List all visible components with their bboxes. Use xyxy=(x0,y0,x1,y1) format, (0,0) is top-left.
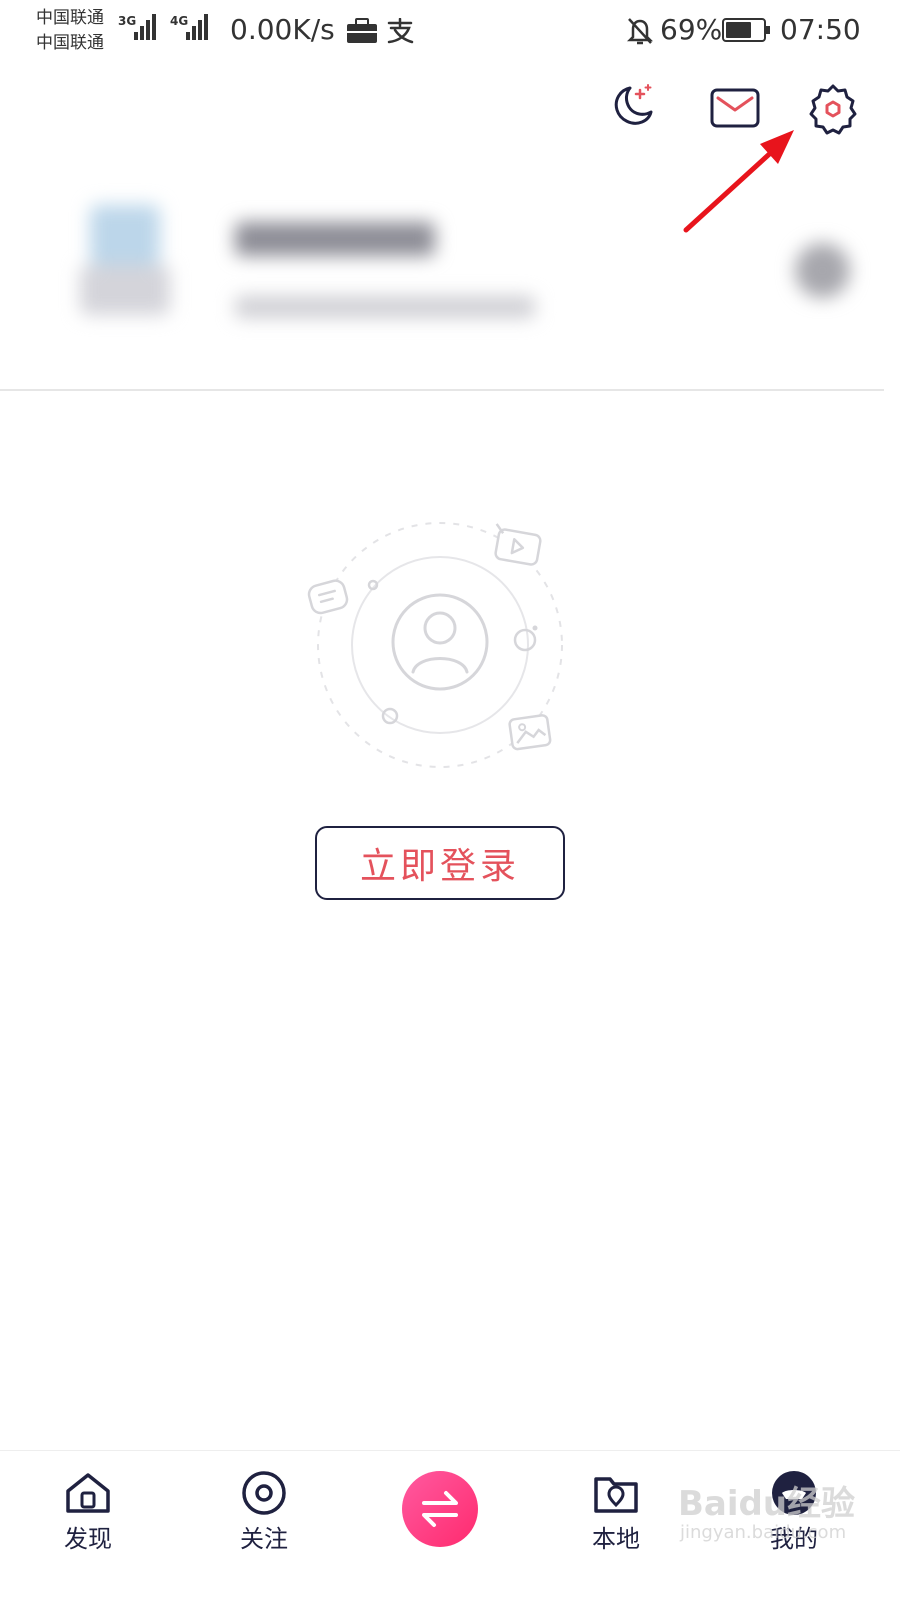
watermark-url: jingyan.baidu.com xyxy=(680,1522,847,1543)
eye-icon xyxy=(242,1471,286,1515)
switch-icon xyxy=(422,1491,458,1527)
nav-item-discover[interactable]: 发现 xyxy=(38,1461,138,1561)
nav-label-follow: 关注 xyxy=(240,1525,288,1553)
blurred-username xyxy=(235,222,435,256)
divider xyxy=(0,389,884,391)
bell-off-icon xyxy=(626,18,654,45)
nav-item-local[interactable]: 本地 xyxy=(566,1461,666,1561)
battery-icon xyxy=(722,18,770,42)
home-icon xyxy=(66,1473,110,1513)
annotation-arrow xyxy=(683,130,794,233)
blurred-avatar xyxy=(70,195,180,325)
status-bar: 中国联通 中国联通 3G 4G 0.00K/s 69% 07:50 xyxy=(0,0,900,62)
location-folder-icon xyxy=(594,1477,638,1513)
alipay-icon xyxy=(387,18,414,44)
night-mode-icon[interactable] xyxy=(604,82,656,134)
nav-label-discover: 发现 xyxy=(64,1525,112,1553)
briefcase-icon xyxy=(347,18,377,43)
empty-profile-illustration xyxy=(307,522,563,768)
nav-item-follow[interactable]: 关注 xyxy=(214,1461,314,1561)
network-speed: 0.00K/s xyxy=(230,13,335,46)
signal-icon xyxy=(134,14,158,42)
carrier-1: 中国联通 xyxy=(36,8,104,28)
switch-button[interactable] xyxy=(402,1471,478,1547)
watermark-brand: Baidu经验 xyxy=(678,1484,856,1524)
nav-label-local: 本地 xyxy=(592,1525,640,1553)
blurred-chevron xyxy=(795,243,850,298)
carrier-2: 中国联通 xyxy=(36,33,104,53)
settings-icon[interactable] xyxy=(806,82,860,136)
battery-percent: 69% xyxy=(660,13,723,46)
clock: 07:50 xyxy=(780,13,861,46)
blurred-description xyxy=(235,296,535,318)
signal-icon xyxy=(186,14,210,42)
login-button[interactable]: 立即登录 xyxy=(315,826,565,900)
battery-fill xyxy=(726,22,751,38)
